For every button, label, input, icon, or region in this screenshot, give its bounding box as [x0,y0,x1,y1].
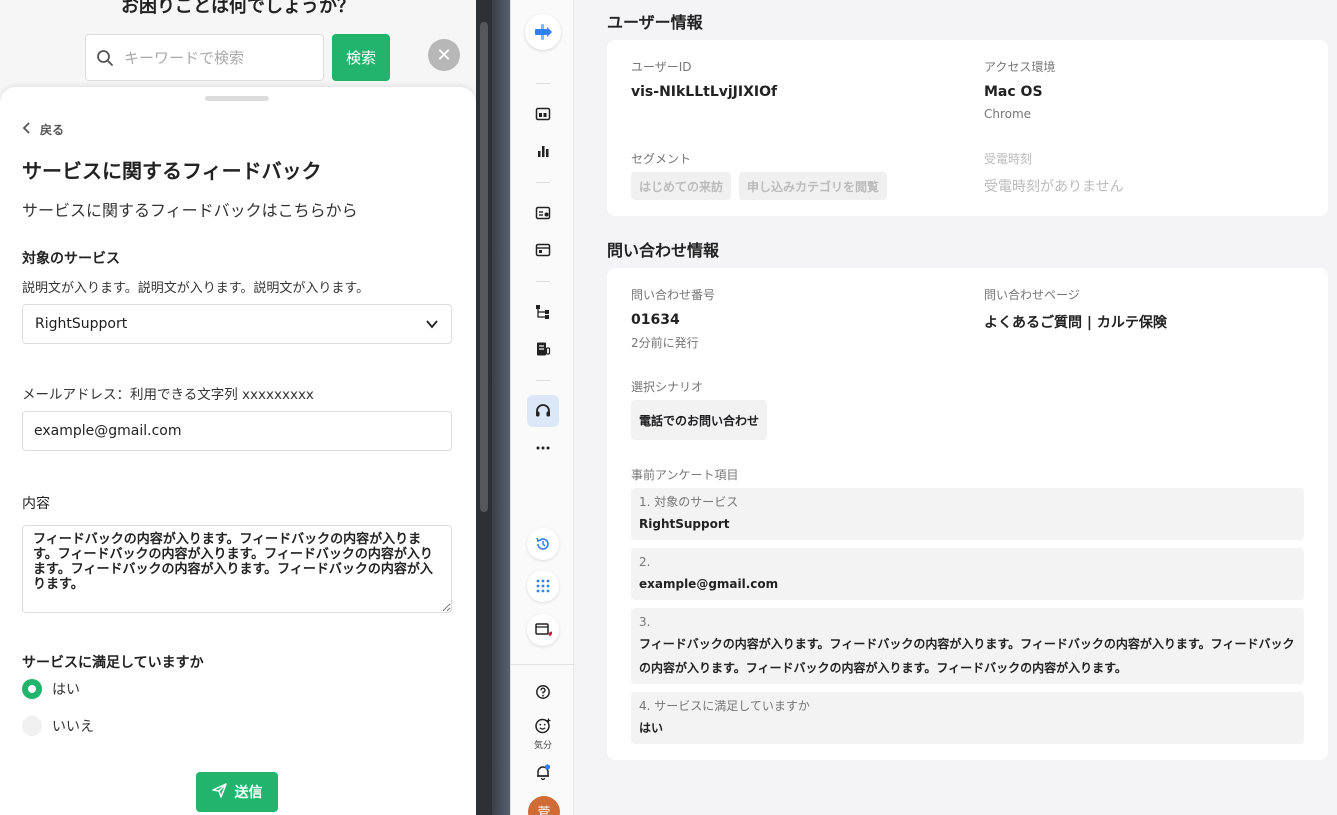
survey-label: 事前アンケート項目 [631,468,739,482]
os-value: Mac OS [984,84,1043,100]
mood-label: 気分 [533,741,552,751]
radio-option-yes[interactable]: はい [22,679,80,699]
divider-strip [492,0,510,815]
close-icon[interactable]: ✕ [428,39,460,71]
submit-label: 送信 [234,785,263,801]
app-logo[interactable] [525,14,561,50]
user-info-title: ユーザー情報 [607,13,703,32]
radio-unchecked-icon[interactable] [22,716,42,736]
content-label: 内容 [22,496,50,512]
service-label: 対象のサービス [22,251,120,267]
survey-question: 4. サービスに満足していますか [639,699,810,713]
satisfaction-label: サービスに満足していますか [22,655,204,671]
help-heading: お困りごとは何でしょうか？ [121,0,355,17]
bar-chart-icon[interactable] [527,135,559,167]
support-widget-pane: お困りごとは何でしょうか？ 検索 ✕ 戻る サービスに関するフィードバック サー… [0,0,476,815]
rail-divider [536,182,550,183]
segment-tag: はじめての来訪 [631,172,732,200]
browser-value: Chrome [984,107,1032,121]
scenario-value: 電話でのお問い合わせ [631,400,768,440]
inquiry-info-title: 問い合わせ情報 [607,241,720,260]
flow-tree-icon[interactable] [527,296,559,328]
segment-label: セグメント [631,152,692,166]
scrollbar-track[interactable] [476,0,492,815]
search-input[interactable] [124,45,314,71]
survey-question: 2. [639,555,651,569]
survey-answer: RightSupport [639,517,730,531]
radio-option-no[interactable]: いいえ [22,716,94,736]
segment-tag: 申し込みカテゴリを閲覧 [739,172,888,200]
dashboard-icon[interactable] [527,98,559,130]
survey-item: 1. 対象のサービス RightSupport [631,488,1304,540]
survey-question: 3. [639,615,651,629]
access-env-label: アクセス環境 [984,60,1056,74]
survey-item: 4. サービスに満足していますか はい [631,692,1304,744]
icon-rail: 気分 菅 [510,0,575,815]
inquiry-number-value: 01634 [631,312,680,328]
rail-divider [536,380,550,381]
email-field[interactable] [22,411,452,451]
form-title: サービスに関するフィードバック [22,159,322,183]
form-subtitle: サービスに関するフィードバックはこちらから [22,201,358,220]
rail-divider [511,664,575,665]
chevron-left-icon [22,122,32,137]
survey-answer: フィードバックの内容が入ります。フィードバックの内容が入ります。フィードバックの… [639,637,1295,675]
window-favorite-icon[interactable] [527,614,559,646]
feedback-form-sheet: 戻る サービスに関するフィードバック サービスに関するフィードバックはこちらから… [0,87,476,815]
notification-bell-icon[interactable] [527,756,559,788]
radio-label-yes: はい [52,682,80,698]
service-select[interactable]: RightSupport [22,304,452,344]
browser-settings-icon[interactable] [527,197,559,229]
scrollbar-thumb[interactable] [480,22,488,512]
survey-item: 3. フィードバックの内容が入ります。フィードバックの内容が入ります。フィードバ… [631,608,1304,684]
inquiry-page-value: よくあるご質問 | カルテ保険 [984,315,1167,331]
submit-button[interactable]: 送信 [196,772,278,812]
chevron-down-icon [425,317,439,335]
service-description: 説明文が入ります。説明文が入ります。説明文が入ります。 [22,281,370,296]
content-textarea[interactable]: フィードバックの内容が入ります。フィードバックの内容が入ります。フィードバックの… [22,525,452,613]
inquiry-number-label: 問い合わせ番号 [631,288,716,302]
user-id-label: ユーザーID [631,60,692,74]
radio-checked-icon[interactable] [22,679,42,699]
email-label: メールアドレス：利用できる文字列 xxxxxxxxx [22,387,314,403]
rail-divider [536,83,550,84]
radio-label-no: いいえ [52,719,94,735]
rail-divider [536,281,550,282]
more-options-icon[interactable] [527,432,559,464]
avatar[interactable]: 菅 [528,796,560,815]
service-select-value: RightSupport [35,316,128,332]
window-list-icon[interactable] [527,234,559,266]
help-icon[interactable] [527,676,559,708]
apps-grid-icon[interactable] [527,570,559,602]
user-id-value: vis-NIkLLtLvjJIXIOf [631,84,778,100]
search-icon [96,49,114,71]
scenario-label: 選択シナリオ [631,380,704,394]
survey-answer: はい [639,721,664,735]
search-box[interactable] [85,34,324,81]
search-button[interactable]: 検索 [332,34,390,81]
back-label: 戻る [40,123,65,137]
document-list-icon[interactable] [527,333,559,365]
survey-answer: example@gmail.com [639,577,779,591]
back-link[interactable]: 戻る [22,121,64,138]
call-time-label: 受電時刻 [984,152,1033,166]
send-icon [211,782,227,802]
headset-support-icon[interactable] [527,395,559,427]
call-time-value: 受電時刻がありません [984,179,1124,195]
sheet-drag-handle[interactable] [205,96,269,101]
inquiry-page-label: 問い合わせページ [984,288,1080,302]
user-info-card: ユーザーID vis-NIkLLtLvjJIXIOf アクセス環境 Mac OS… [607,40,1328,216]
survey-item: 2. example@gmail.com [631,548,1304,600]
main-content: ユーザー情報 ユーザーID vis-NIkLLtLvjJIXIOf アクセス環境… [575,0,1337,815]
survey-question: 1. 対象のサービス [639,495,739,509]
history-icon[interactable] [527,528,559,560]
inquiry-issued: 2分前に発行 [631,336,699,350]
inquiry-info-card: 問い合わせ番号 01634 2分前に発行 問い合わせページ よくあるご質問 | … [607,268,1328,760]
